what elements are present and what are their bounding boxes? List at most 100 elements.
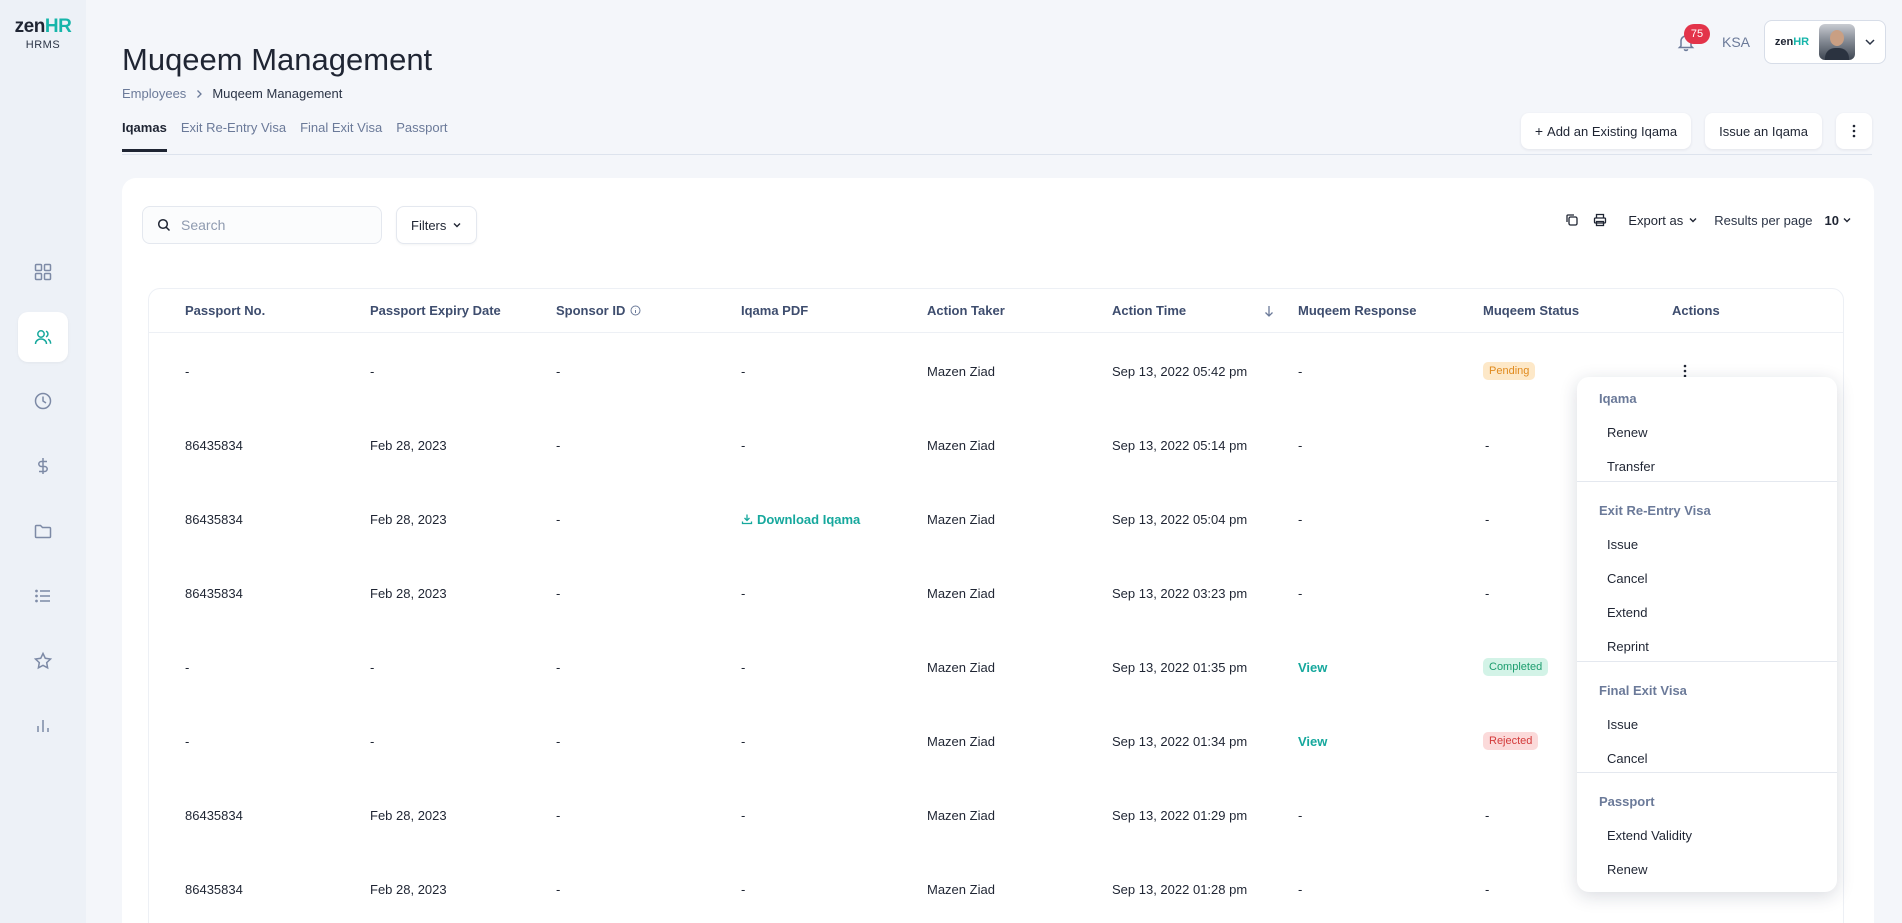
menu-item-exit-visa-cancel[interactable]: Cancel: [1607, 571, 1647, 586]
company-logo-accent: HR: [1793, 36, 1810, 48]
tab-iqamas[interactable]: Iqamas: [122, 120, 167, 152]
column-header-passport-no[interactable]: Passport No.: [185, 303, 265, 318]
add-existing-iqama-label: Add an Existing Iqama: [1547, 123, 1678, 139]
cell-sponsor-id: -: [556, 585, 561, 601]
sort-down-icon[interactable]: [1264, 305, 1274, 317]
region-label[interactable]: KSA: [1722, 34, 1750, 50]
menu-item-exit-visa-issue[interactable]: Issue: [1607, 537, 1638, 552]
cell-muqeem-response: -: [1298, 585, 1303, 601]
breadcrumb: Employees Muqeem Management: [122, 86, 342, 101]
cell-action-time: Sep 13, 2022 05:42 pm: [1112, 363, 1248, 379]
cell-action-time: Sep 13, 2022 01:35 pm: [1112, 659, 1248, 675]
cell-action-taker: Mazen Ziad: [927, 733, 995, 749]
sidebar-item-dashboard[interactable]: [18, 247, 68, 297]
menu-item-exit-visa-reprint[interactable]: Reprint: [1607, 639, 1649, 654]
print-icon[interactable]: [1592, 212, 1608, 228]
column-header-muqeem-response[interactable]: Muqeem Response: [1298, 303, 1416, 318]
cell-sponsor-id: -: [556, 881, 561, 897]
export-as-button[interactable]: Export as: [1628, 213, 1698, 228]
menu-item-exit-visa-extend[interactable]: Extend: [1607, 605, 1647, 620]
copy-icon[interactable]: [1564, 212, 1580, 228]
sidebar-item-lists[interactable]: [18, 571, 68, 621]
menu-item-passport-extend-validity[interactable]: Extend Validity: [1607, 828, 1692, 843]
cell-muqeem-response: -: [1298, 363, 1303, 379]
sidebar-item-documents[interactable]: [18, 506, 68, 556]
cell-iqama-pdf: -: [741, 659, 746, 675]
sidebar-item-payroll[interactable]: [18, 441, 68, 491]
cell-action-taker: Mazen Ziad: [927, 881, 995, 897]
brand-logo[interactable]: zenHR HRMS: [12, 16, 74, 51]
search-input[interactable]: [181, 217, 371, 233]
search-icon: [157, 218, 171, 232]
list-icon: [35, 589, 50, 603]
cell-passport-expiry: Feb 28, 2023: [370, 511, 447, 527]
column-header-iqama-pdf[interactable]: Iqama PDF: [741, 303, 808, 318]
sidebar-item-reports[interactable]: [18, 701, 68, 751]
cell-passport-no: 86435834: [185, 437, 243, 453]
cell-muqeem-status: Pending: [1483, 334, 1536, 408]
page-actions: + Add an Existing Iqama Issue an Iqama: [1520, 113, 1872, 149]
view-response-link[interactable]: View: [1298, 630, 1327, 704]
cell-passport-no: -: [185, 363, 190, 379]
cell-muqeem-response: -: [1298, 511, 1303, 527]
cell-muqeem-status: Rejected: [1483, 704, 1539, 778]
tab-exit-re-entry-visa[interactable]: Exit Re-Entry Visa: [181, 120, 286, 152]
sidebar-item-attendance[interactable]: [18, 376, 68, 426]
cell-muqeem-status: -: [1485, 881, 1490, 897]
cell-action-time: Sep 13, 2022 01:34 pm: [1112, 733, 1248, 749]
column-header-action-time[interactable]: Action Time: [1112, 303, 1186, 318]
menu-item-iqama-renew[interactable]: Renew: [1607, 425, 1647, 440]
sponsor-id-label: Sponsor ID: [556, 303, 626, 318]
logo-text: zen: [14, 16, 46, 37]
avatar: [1819, 24, 1855, 60]
cell-action-time: Sep 13, 2022 01:29 pm: [1112, 807, 1248, 823]
account-menu[interactable]: zen HR: [1764, 20, 1886, 64]
cell-muqeem-status: -: [1485, 511, 1490, 527]
more-actions-button[interactable]: [1836, 113, 1872, 149]
breadcrumb-employees[interactable]: Employees: [122, 86, 186, 101]
download-iqama-link[interactable]: Download Iqama: [741, 482, 860, 556]
cell-action-time: Sep 13, 2022 03:23 pm: [1112, 585, 1248, 601]
view-response-link[interactable]: View: [1298, 704, 1327, 778]
export-as-label: Export as: [1628, 212, 1684, 228]
dollar-icon: [38, 458, 48, 474]
tab-passport[interactable]: Passport: [396, 120, 447, 152]
top-right-controls: 75 KSA zen HR: [1670, 20, 1886, 64]
cell-action-taker: Mazen Ziad: [927, 511, 995, 527]
table-toolbar: Export as Results per page 10: [1564, 212, 1852, 228]
sidebar-item-performance[interactable]: [18, 636, 68, 686]
results-per-page-select[interactable]: 10: [1825, 213, 1852, 228]
chevron-down-icon: [1865, 39, 1875, 46]
chevron-down-icon: [1689, 218, 1697, 223]
table-header: Passport No. Passport Expiry Date Sponso…: [149, 289, 1843, 333]
filters-button[interactable]: Filters: [396, 206, 478, 244]
menu-item-passport-renew[interactable]: Renew: [1607, 862, 1647, 877]
clock-icon: [34, 392, 52, 410]
notification-count-badge: 75: [1683, 24, 1710, 44]
column-header-sponsor-id[interactable]: Sponsor ID: [556, 303, 641, 318]
column-header-action-taker[interactable]: Action Taker: [927, 303, 1005, 318]
cell-passport-expiry: Feb 28, 2023: [370, 807, 447, 823]
add-existing-iqama-button[interactable]: + Add an Existing Iqama: [1520, 113, 1692, 149]
info-icon[interactable]: [630, 305, 641, 316]
star-icon: [33, 651, 53, 670]
cell-muqeem-response: -: [1298, 437, 1303, 453]
cell-passport-no: 86435834: [185, 511, 243, 527]
notifications-button[interactable]: 75: [1670, 24, 1710, 58]
column-header-passport-expiry[interactable]: Passport Expiry Date: [370, 303, 501, 318]
filters-label: Filters: [411, 217, 447, 233]
search-box: [142, 206, 382, 244]
cell-sponsor-id: -: [556, 733, 561, 749]
tab-final-exit-visa[interactable]: Final Exit Visa: [300, 120, 382, 152]
sidebar-item-employees[interactable]: [18, 312, 68, 362]
issue-iqama-button[interactable]: Issue an Iqama: [1705, 113, 1822, 149]
menu-item-final-exit-issue[interactable]: Issue: [1607, 717, 1638, 732]
status-badge-completed: Completed: [1483, 658, 1549, 676]
menu-item-final-exit-cancel[interactable]: Cancel: [1607, 751, 1647, 766]
cell-passport-expiry: -: [370, 363, 375, 379]
menu-item-iqama-transfer[interactable]: Transfer: [1607, 459, 1655, 474]
download-icon: [741, 514, 753, 525]
cell-iqama-pdf: -: [741, 881, 746, 897]
menu-section-exit-re-entry-visa: Exit Re-Entry Visa: [1599, 503, 1711, 518]
column-header-muqeem-status[interactable]: Muqeem Status: [1483, 303, 1579, 318]
